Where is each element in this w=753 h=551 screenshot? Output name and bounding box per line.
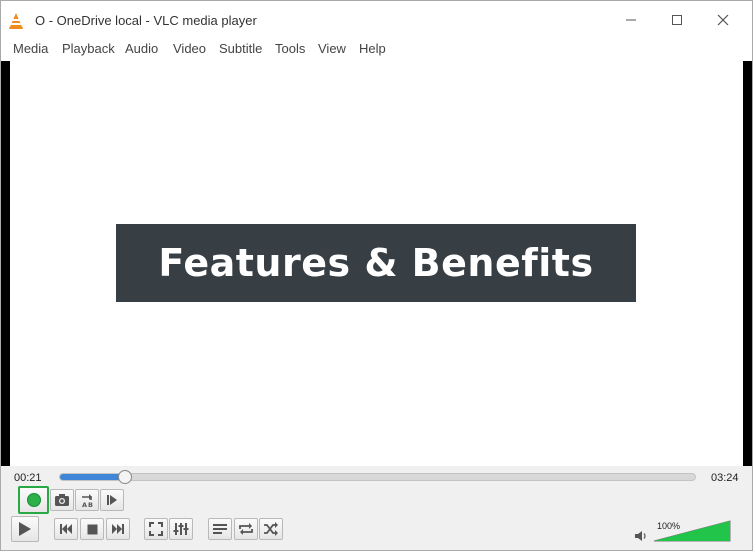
video-title-banner: Features & Benefits bbox=[116, 224, 636, 302]
menu-view[interactable]: View bbox=[318, 41, 346, 56]
maximize-icon bbox=[672, 15, 682, 25]
volume-percentage: 100% bbox=[657, 521, 681, 531]
svg-text:B: B bbox=[88, 501, 93, 508]
controls-panel: 00:21 03:24 AB 100% bbox=[1, 466, 752, 550]
fullscreen-icon bbox=[149, 522, 163, 536]
total-time[interactable]: 03:24 bbox=[711, 472, 739, 484]
minimize-icon bbox=[626, 19, 636, 21]
vlc-cone-icon bbox=[9, 13, 23, 29]
close-icon bbox=[717, 14, 729, 26]
svg-text:A: A bbox=[82, 501, 87, 508]
playlist-button[interactable] bbox=[208, 518, 232, 540]
play-icon bbox=[19, 522, 31, 536]
seek-progress-fill bbox=[60, 474, 126, 480]
menu-help[interactable]: Help bbox=[359, 41, 386, 56]
record-icon bbox=[26, 493, 41, 507]
play-button[interactable] bbox=[11, 516, 39, 542]
menu-subtitle[interactable]: Subtitle bbox=[219, 41, 262, 56]
title-bar[interactable]: O - OneDrive local - VLC media player bbox=[1, 1, 752, 39]
shuffle-button[interactable] bbox=[259, 518, 283, 540]
stop-button[interactable] bbox=[80, 518, 104, 540]
fullscreen-button[interactable] bbox=[144, 518, 168, 540]
video-frame: Features & Benefits bbox=[10, 61, 743, 466]
frame-step-button[interactable] bbox=[100, 489, 124, 511]
seek-slider[interactable] bbox=[59, 470, 696, 484]
menu-tools[interactable]: Tools bbox=[275, 41, 305, 56]
record-button[interactable] bbox=[18, 486, 49, 514]
extended-settings-button[interactable] bbox=[169, 518, 193, 540]
loop-button[interactable] bbox=[234, 518, 258, 540]
loop-ab-button[interactable]: AB bbox=[75, 489, 99, 511]
maximize-button[interactable] bbox=[654, 1, 700, 39]
vlc-window: O - OneDrive local - VLC media player Me… bbox=[0, 0, 753, 551]
video-area[interactable]: Features & Benefits bbox=[1, 61, 752, 466]
frame-step-icon bbox=[107, 495, 117, 505]
menu-media[interactable]: Media bbox=[13, 41, 48, 56]
minimize-button[interactable] bbox=[608, 1, 654, 39]
snapshot-button[interactable] bbox=[50, 489, 74, 511]
window-title: O - OneDrive local - VLC media player bbox=[35, 13, 257, 28]
camera-icon bbox=[55, 494, 69, 506]
previous-icon bbox=[60, 524, 72, 534]
loop-ab-icon: AB bbox=[82, 494, 93, 508]
volume-control[interactable]: 100% bbox=[634, 515, 737, 545]
next-icon bbox=[112, 524, 124, 534]
stop-icon bbox=[87, 524, 97, 534]
menu-audio[interactable]: Audio bbox=[125, 41, 158, 56]
menu-playback[interactable]: Playback bbox=[62, 41, 115, 56]
playlist-icon bbox=[213, 524, 227, 534]
next-button[interactable] bbox=[106, 518, 130, 540]
menu-video[interactable]: Video bbox=[173, 41, 206, 56]
speaker-icon[interactable] bbox=[634, 529, 648, 543]
menu-bar: Media Playback Audio Video Subtitle Tool… bbox=[1, 39, 752, 61]
loop-icon bbox=[239, 523, 253, 535]
seek-handle[interactable] bbox=[118, 470, 133, 484]
shuffle-icon bbox=[264, 522, 278, 536]
previous-button[interactable] bbox=[54, 518, 78, 540]
equalizer-icon bbox=[173, 523, 189, 535]
elapsed-time[interactable]: 00:21 bbox=[14, 472, 42, 484]
banner-text: Features & Benefits bbox=[158, 241, 594, 285]
close-button[interactable] bbox=[700, 1, 746, 39]
